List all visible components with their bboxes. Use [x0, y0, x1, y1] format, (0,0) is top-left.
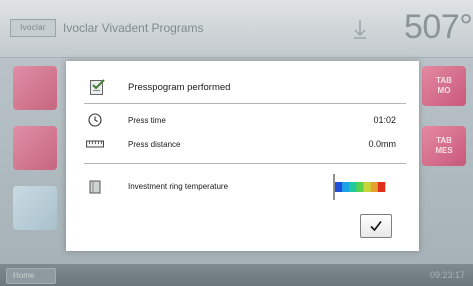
press-distance-row: Press distance 0.0mm [84, 137, 406, 153]
down-arrow-icon [354, 20, 366, 39]
gauge-segment [363, 182, 372, 192]
clock-icon [88, 113, 102, 127]
divider [84, 103, 406, 104]
tile-label-top: TAB [436, 76, 452, 85]
cylinder-icon [89, 180, 101, 194]
gauge-segment [349, 182, 357, 192]
press-time-value: 01:02 [373, 115, 396, 125]
divider [84, 163, 406, 164]
press-distance-label: Press distance [128, 140, 181, 149]
press-distance-value: 0.0mm [368, 139, 396, 149]
program-tile[interactable] [13, 186, 57, 230]
home-button[interactable]: Home [6, 268, 56, 284]
tile-label-bottom: MES [435, 146, 453, 155]
ruler-icon [86, 140, 104, 148]
program-tile-right[interactable]: TAB MES [422, 126, 466, 166]
checkmark-icon [370, 221, 382, 232]
ring-temperature-row: Investment ring temperature [84, 173, 406, 201]
gauge-segment [335, 182, 343, 192]
press-time-label: Press time [128, 116, 166, 125]
dialog-header: Presspogram performed [89, 78, 399, 100]
header-bar: Ivoclar Ivoclar Vivadent Programs 507° [0, 0, 473, 58]
dialog-title: Presspogram performed [128, 82, 231, 93]
press-result-dialog: Presspogram performed Press time 01:02 P… [66, 61, 419, 251]
furnace-temperature: 507° [404, 8, 473, 46]
clipboard-check-icon [90, 79, 105, 95]
temperature-gauge [333, 174, 386, 200]
ring-temperature-label: Investment ring temperature [128, 182, 229, 191]
tile-label-bottom: MO [437, 86, 451, 95]
program-tile-right[interactable]: TAB MO [422, 66, 466, 106]
brand-logo: Ivoclar [10, 19, 56, 37]
page-title: Ivoclar Vivadent Programs [63, 21, 204, 35]
gauge-segment [370, 182, 379, 192]
gauge-segment [377, 182, 386, 192]
program-tile[interactable] [13, 66, 57, 110]
footer-bar: Home 09:23:17 [0, 264, 473, 286]
gauge-segment [342, 182, 350, 192]
press-time-row: Press time 01:02 [84, 113, 406, 129]
ok-button[interactable] [360, 214, 392, 238]
clock-display: 09:23:17 [429, 270, 465, 280]
gauge-segment [356, 182, 364, 192]
program-tile[interactable] [13, 126, 57, 170]
tile-label-top: TAB [436, 136, 452, 145]
